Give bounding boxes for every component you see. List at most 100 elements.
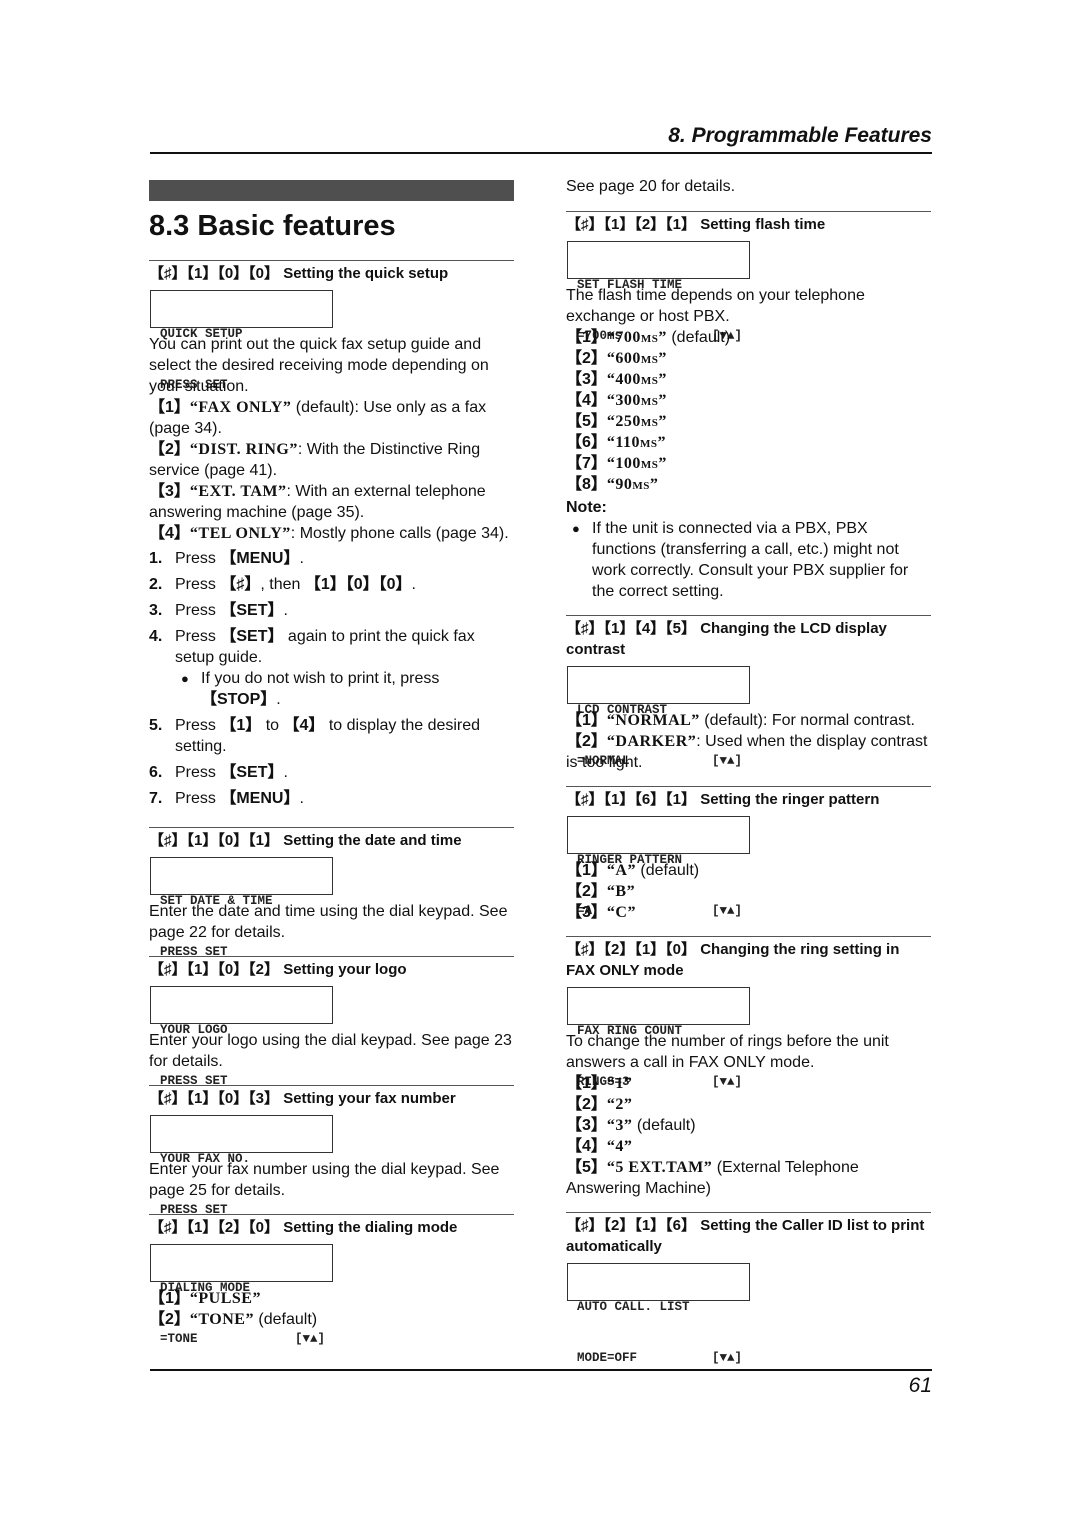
section-heading: 【♯】【1】【2】【0】 Setting the dialing mode <box>149 1217 514 1238</box>
option-value: “90ms” <box>606 476 659 493</box>
step-item: 6. Press 【SET】. <box>149 762 514 783</box>
option-key: 【4】 <box>149 525 190 542</box>
feature-code: 【♯】【2】【1】【0】 <box>566 941 697 958</box>
option-key: 【2】 <box>566 1096 607 1113</box>
option-item: 【4】“4” <box>566 1136 931 1157</box>
option-value: “DARKER” <box>606 733 697 750</box>
option-key: 【1】 <box>566 329 607 346</box>
option-value: “3” <box>606 1117 633 1134</box>
option-value: “4” <box>606 1138 633 1155</box>
step-key: 【4】 <box>283 717 325 734</box>
option-key: 【5】 <box>566 1159 607 1176</box>
option-item: 【1】“1” <box>566 1073 931 1094</box>
lcd-value: =TONE <box>160 1332 198 1346</box>
option-key: 【1】 <box>566 862 607 879</box>
lcd-line-2: =TONE [▼▲] <box>160 1331 325 1348</box>
lcd-display: LCD CONTRAST =NORMAL [▼▲] <box>567 666 750 768</box>
feature-code: 【♯】【1】【0】【0】 <box>149 265 280 282</box>
section-heading: 【♯】【1】【0】【0】 Setting the quick setup <box>149 263 514 284</box>
lcd-display: SET DATE & TIME PRESS SET <box>150 857 333 959</box>
lcd-display: FAX RING COUNT RINGS=3 [▼▲] <box>567 987 750 1089</box>
left-column: 8.3 Basic features 【♯】【1】【0】【0】 Setting … <box>149 176 514 1346</box>
option-key: 【2】 <box>566 883 607 900</box>
option-desc: (default) <box>253 1311 318 1328</box>
option-value: “A” <box>606 862 636 879</box>
section-dialing-mode: 【♯】【1】【2】【0】 Setting the dialing mode DI… <box>149 1214 514 1346</box>
option-key: 【7】 <box>566 455 607 472</box>
option-item: 【2】“DARKER”: Used when the display contr… <box>566 731 931 773</box>
body-text: To change the number of rings before the… <box>566 1033 889 1071</box>
bullet-icon: ● <box>181 671 189 686</box>
continued-text: See page 20 for details. <box>566 178 736 195</box>
option-value: “250ms” <box>606 413 667 430</box>
step-text: Press <box>175 576 221 593</box>
feature-code: 【♯】【1】【0】【1】 <box>149 832 280 849</box>
option-value: “EXT. TAM” <box>189 483 287 500</box>
section-title-bar <box>149 180 514 201</box>
step-bullet: ● If you do not wish to print it, press 【… <box>181 668 514 710</box>
body-text: The flash time depends on your telephone… <box>566 287 865 325</box>
step-key: 【MENU】 <box>220 790 300 807</box>
step-item: 7. Press 【MENU】. <box>149 788 514 809</box>
step-text: Press <box>175 764 221 781</box>
step-text: Press <box>175 550 221 567</box>
step-key: 【MENU】 <box>220 550 300 567</box>
step-text: Press <box>175 602 221 619</box>
step-number: 4. <box>149 628 163 645</box>
option-item: 【3】“C” <box>566 902 931 923</box>
option-key: 【1】 <box>149 1290 190 1307</box>
lcd-line-1: AUTO CALL. LIST <box>577 1300 690 1314</box>
option-value: “1” <box>606 1075 633 1092</box>
chapter-title: 8. Programmable Features <box>668 124 932 147</box>
feature-code: 【♯】【1】【0】【3】 <box>149 1090 280 1107</box>
feature-title: Setting the dialing mode <box>283 1219 458 1236</box>
step-text: , then <box>260 576 305 593</box>
step-key: 【1】【0】【0】 <box>304 576 412 593</box>
option-value: “400ms” <box>606 371 667 388</box>
option-key: 【2】 <box>149 1311 190 1328</box>
note-bullet: ● If the unit is connected via a PBX, PBX… <box>572 518 931 602</box>
page-number: 61 <box>908 1374 932 1397</box>
step-number: 7. <box>149 790 163 807</box>
section-quick-setup: 【♯】【1】【0】【0】 Setting the quick setup QUI… <box>149 260 514 809</box>
lcd-display: RINGER PATTERN =A [▼▲] <box>567 816 750 918</box>
option-item: 【4】“TEL ONLY”: Mostly phone calls (page … <box>149 523 514 544</box>
option-item: 【7】“100ms” <box>566 453 931 474</box>
option-value: “100ms” <box>606 455 667 472</box>
option-key: 【2】 <box>566 350 607 367</box>
section-ringer-pattern: 【♯】【1】【6】【1】 Setting the ringer pattern … <box>566 786 931 923</box>
feature-code: 【♯】【2】【1】【6】 <box>566 1217 697 1234</box>
section-date-time: 【♯】【1】【0】【1】 Setting the date and time S… <box>149 827 514 959</box>
feature-title: Setting the quick setup <box>283 265 449 282</box>
step-key: 【SET】 <box>220 628 284 645</box>
option-list: 【1】“FAX ONLY” (default): Use only as a f… <box>149 397 514 544</box>
option-value: “NORMAL” <box>606 712 700 729</box>
intro-text: You can print out the quick fax setup gu… <box>149 336 489 395</box>
step-item: 3. Press 【SET】. <box>149 600 514 621</box>
option-key: 【3】 <box>149 483 190 500</box>
step-item: 2. Press 【♯】, then 【1】【0】【0】. <box>149 574 514 595</box>
option-item: 【2】“2” <box>566 1094 931 1115</box>
body-text: Enter your logo using the dial keypad. S… <box>149 1032 512 1070</box>
option-item: 【1】“NORMAL” (default): For normal contra… <box>566 710 931 731</box>
option-value: “TEL ONLY” <box>189 525 291 542</box>
section-fax-number: 【♯】【1】【0】【3】 Setting your fax number YOU… <box>149 1085 514 1217</box>
step-text: to <box>261 717 284 734</box>
option-item: 【8】“90ms” <box>566 474 931 495</box>
step-text: . <box>283 764 288 781</box>
option-item: 【1】“PULSE” <box>149 1288 514 1309</box>
option-item: 【4】“300ms” <box>566 390 931 411</box>
scroll-arrows-icon: [▼▲] <box>294 1332 325 1346</box>
scroll-arrows-icon: [▼▲] <box>711 904 742 918</box>
feature-code: 【♯】【1】【0】【2】 <box>149 961 280 978</box>
step-key: 【SET】 <box>220 764 284 781</box>
section-heading: 【♯】【2】【1】【0】 Changing the ring setting i… <box>566 939 931 981</box>
note-text: If the unit is connected via a PBX, PBX … <box>592 520 909 600</box>
option-key: 【3】 <box>566 371 607 388</box>
option-value: “300ms” <box>606 392 667 409</box>
section-heading: 【♯】【1】【0】【2】 Setting your logo <box>149 959 514 980</box>
step-number: 2. <box>149 576 163 593</box>
step-key: 【SET】 <box>220 602 284 619</box>
step-text: . <box>411 576 416 593</box>
option-item: 【3】“3” (default) <box>566 1115 931 1136</box>
